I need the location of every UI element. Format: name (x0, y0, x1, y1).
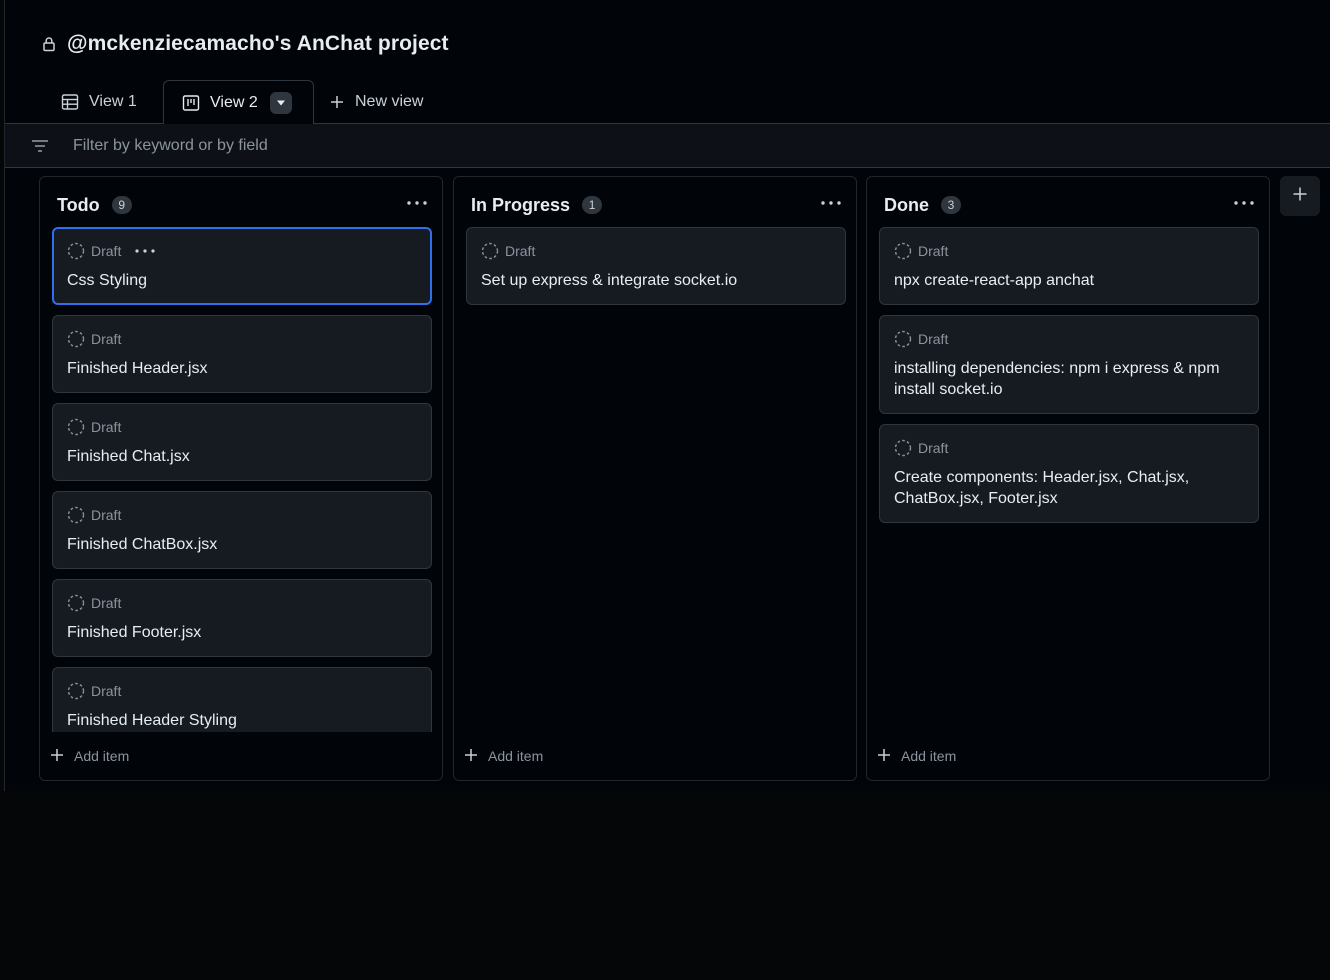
column-header: In Progress 1 (471, 193, 603, 217)
board-icon (182, 94, 200, 112)
card-title: Set up express & integrate socket.io (481, 272, 738, 289)
lock-icon (41, 36, 57, 52)
project-title: @mckenziecamacho's AnChat project (67, 32, 449, 55)
draft-icon (894, 439, 912, 457)
tab-view-1[interactable]: View 1 (61, 80, 137, 124)
column-items: Draft Set up express & integrate socket.… (466, 227, 846, 732)
card-item[interactable]: Draft installing dependencies: npm i exp… (879, 315, 1259, 414)
add-item-button[interactable]: Add item (50, 744, 129, 768)
draft-label: Draft (918, 331, 949, 347)
draft-icon (67, 418, 85, 436)
draft-icon (894, 242, 912, 260)
draft-icon (894, 330, 912, 348)
draft-label: Draft (918, 243, 949, 259)
card-item[interactable]: Draft Finished Footer.jsx (52, 579, 432, 657)
plus-icon (50, 748, 64, 765)
card-item[interactable]: Draft Finished Chat.jsx (52, 403, 432, 481)
table-icon (61, 93, 79, 111)
column-title: Done (884, 194, 929, 215)
project-window: @mckenziecamacho's AnChat project View 1 (4, 0, 1330, 791)
card-item[interactable]: Draft Css Styling (52, 227, 432, 305)
draft-icon (67, 242, 85, 260)
column-header: Todo 9 (57, 193, 132, 217)
add-item-label: Add item (901, 748, 957, 764)
card-title: Finished ChatBox.jsx (67, 536, 218, 553)
column-title: In Progress (471, 194, 571, 215)
draft-label: Draft (91, 331, 122, 347)
card-item[interactable]: Draft Finished Header Styling (52, 667, 432, 732)
item-count-badge: 3 (941, 196, 961, 214)
plus-icon (329, 94, 345, 110)
plus-icon (1292, 186, 1308, 207)
draft-label: Draft (918, 440, 949, 456)
plus-icon (877, 748, 891, 765)
item-count-badge: 1 (582, 196, 603, 214)
tab-label: View 2 (210, 93, 258, 111)
column-in-progress: In Progress 1 Draft Set up express & int… (453, 176, 857, 781)
filter-input[interactable] (73, 132, 973, 160)
view-tabs: View 1 View 2 New view (5, 80, 1330, 125)
card-title: installing dependencies: npm i express &… (894, 360, 1220, 398)
view-options-dropdown[interactable] (269, 91, 292, 114)
card-item[interactable]: Draft Create components: Header.jsx, Cha… (879, 424, 1259, 523)
draft-icon (67, 506, 85, 524)
column-todo: Todo 9 Draft Css Styling Draft Finished … (39, 176, 443, 781)
card-title: Finished Chat.jsx (67, 448, 190, 465)
tab-label: New view (355, 93, 424, 110)
tab-label: View 1 (89, 93, 137, 110)
column-more-icon[interactable] (406, 195, 428, 211)
draft-label: Draft (91, 243, 122, 259)
draft-label: Draft (91, 595, 122, 611)
add-item-button[interactable]: Add item (464, 744, 543, 768)
card-more-icon[interactable] (135, 243, 157, 259)
card-title: Finished Header Styling (67, 712, 237, 729)
draft-label: Draft (505, 243, 536, 259)
caret-down-icon (276, 100, 286, 106)
add-item-label: Add item (488, 748, 544, 764)
draft-label: Draft (91, 507, 122, 523)
column-more-icon[interactable] (820, 195, 842, 211)
column-header: Done 3 (884, 193, 961, 217)
board: Todo 9 Draft Css Styling Draft Finished … (5, 168, 1330, 791)
column-items: Draft Css Styling Draft Finished Header.… (52, 227, 432, 732)
card-title: Finished Footer.jsx (67, 624, 202, 641)
card-item[interactable]: Draft Set up express & integrate socket.… (466, 227, 846, 305)
new-view-button[interactable]: New view (329, 80, 423, 124)
draft-icon (67, 682, 85, 700)
plus-icon (464, 748, 478, 765)
card-title: Css Styling (67, 272, 148, 289)
card-title: npx create-react-app anchat (894, 272, 1095, 289)
add-item-button[interactable]: Add item (877, 744, 956, 768)
draft-icon (67, 330, 85, 348)
card-item[interactable]: Draft Finished Header.jsx (52, 315, 432, 393)
filter-icon[interactable] (30, 138, 50, 154)
add-item-label: Add item (74, 748, 130, 764)
draft-icon (481, 242, 499, 260)
card-item[interactable]: Draft Finished ChatBox.jsx (52, 491, 432, 569)
card-title: Finished Header.jsx (67, 360, 208, 377)
filter-bar (5, 124, 1330, 168)
column-title: Todo (57, 194, 100, 215)
project-header: @mckenziecamacho's AnChat project (41, 30, 449, 58)
card-item[interactable]: Draft npx create-react-app anchat (879, 227, 1259, 305)
tab-view-2[interactable]: View 2 (163, 80, 314, 125)
draft-icon (67, 594, 85, 612)
draft-label: Draft (91, 683, 122, 699)
draft-label: Draft (91, 419, 122, 435)
column-done: Done 3 Draft npx create-react-app anchat (866, 176, 1270, 781)
item-count-badge: 9 (111, 196, 132, 214)
add-column-button[interactable] (1280, 176, 1320, 216)
card-title: Create components: Header.jsx, Chat.jsx,… (894, 469, 1190, 507)
column-items: Draft npx create-react-app anchat Draft … (879, 227, 1259, 732)
column-more-icon[interactable] (1233, 195, 1255, 211)
